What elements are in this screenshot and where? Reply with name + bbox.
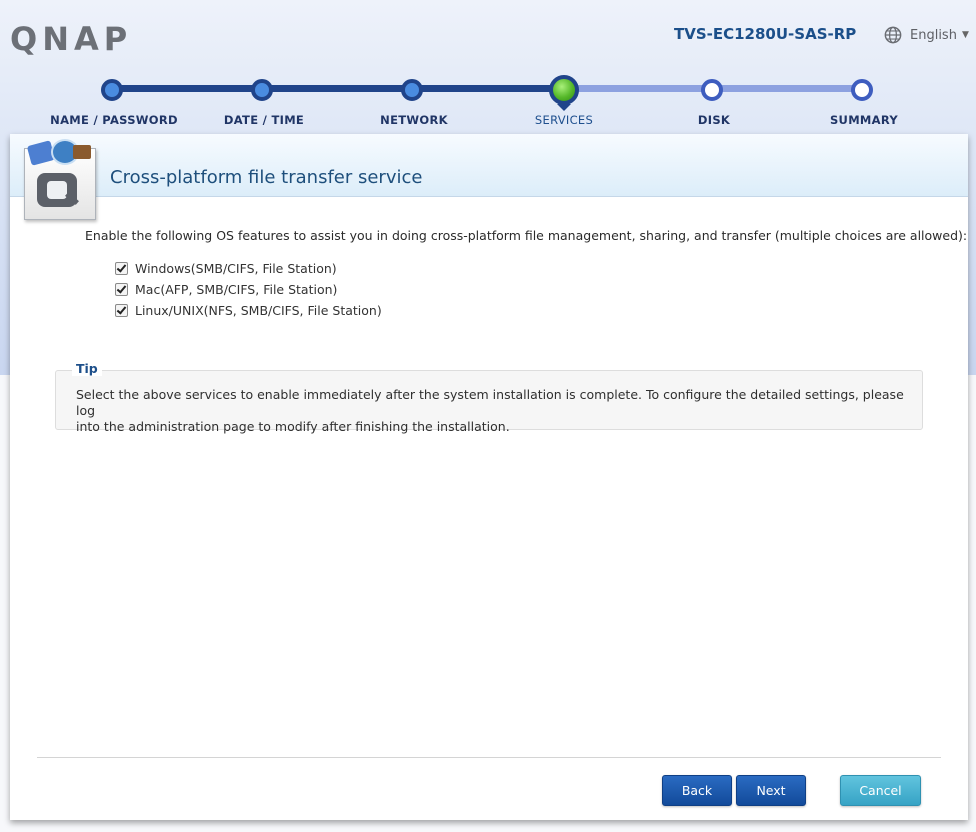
step-dot-date-time [251, 79, 273, 101]
language-label: English [910, 27, 957, 43]
progress-track-completed [112, 85, 564, 92]
qnap-app-icon [24, 139, 96, 220]
tip-text-line: into the administration page to modify a… [76, 419, 510, 434]
step-dot-services [549, 75, 579, 105]
step-label-services: SERVICES [534, 113, 594, 127]
services-description: Enable the following OS features to assi… [85, 228, 968, 243]
step-label-disk: DISK [697, 113, 731, 127]
step-label-summary: SUMMARY [829, 113, 899, 127]
step-label-name-password: NAME / PASSWORD [50, 113, 178, 127]
step-label-date-time: DATE / TIME [223, 113, 305, 127]
linux-checkbox[interactable] [115, 304, 128, 317]
step-label-network: NETWORK [380, 113, 448, 127]
option-linux[interactable]: Linux/UNIX(NFS, SMB/CIFS, File Station) [115, 303, 382, 318]
tip-text-line: Select the above services to enable imme… [76, 387, 904, 418]
footer-divider [37, 757, 941, 758]
step-dot-disk [701, 79, 723, 101]
step-dot-network [401, 79, 423, 101]
option-windows[interactable]: Windows(SMB/CIFS, File Station) [115, 261, 337, 276]
panel-title: Cross-platform file transfer service [110, 167, 423, 188]
option-label: Windows(SMB/CIFS, File Station) [135, 261, 337, 276]
option-label: Linux/UNIX(NFS, SMB/CIFS, File Station) [135, 303, 382, 318]
tip-text: Select the above services to enable imme… [76, 387, 906, 435]
option-label: Mac(AFP, SMB/CIFS, File Station) [135, 282, 338, 297]
mac-checkbox[interactable] [115, 283, 128, 296]
windows-checkbox[interactable] [115, 262, 128, 275]
wizard-panel: Cross-platform file transfer service Ena… [10, 134, 968, 820]
step-dot-name-password [101, 79, 123, 101]
chevron-down-icon: ▼ [961, 30, 969, 40]
globe-icon [884, 26, 902, 44]
tip-legend: Tip [72, 361, 102, 376]
qnap-logo: QNAP [10, 20, 133, 58]
model-name: TVS-EC1280U-SAS-RP [674, 25, 857, 43]
current-step-pointer [557, 104, 571, 111]
tip-box: Select the above services to enable imme… [55, 370, 923, 434]
language-selector[interactable]: English ▼ [884, 25, 969, 45]
next-button[interactable]: Next [736, 775, 806, 806]
folder-badge-icon [73, 145, 91, 159]
back-button[interactable]: Back [662, 775, 732, 806]
step-dot-summary [851, 79, 873, 101]
cancel-button[interactable]: Cancel [840, 775, 921, 806]
option-mac[interactable]: Mac(AFP, SMB/CIFS, File Station) [115, 282, 337, 297]
